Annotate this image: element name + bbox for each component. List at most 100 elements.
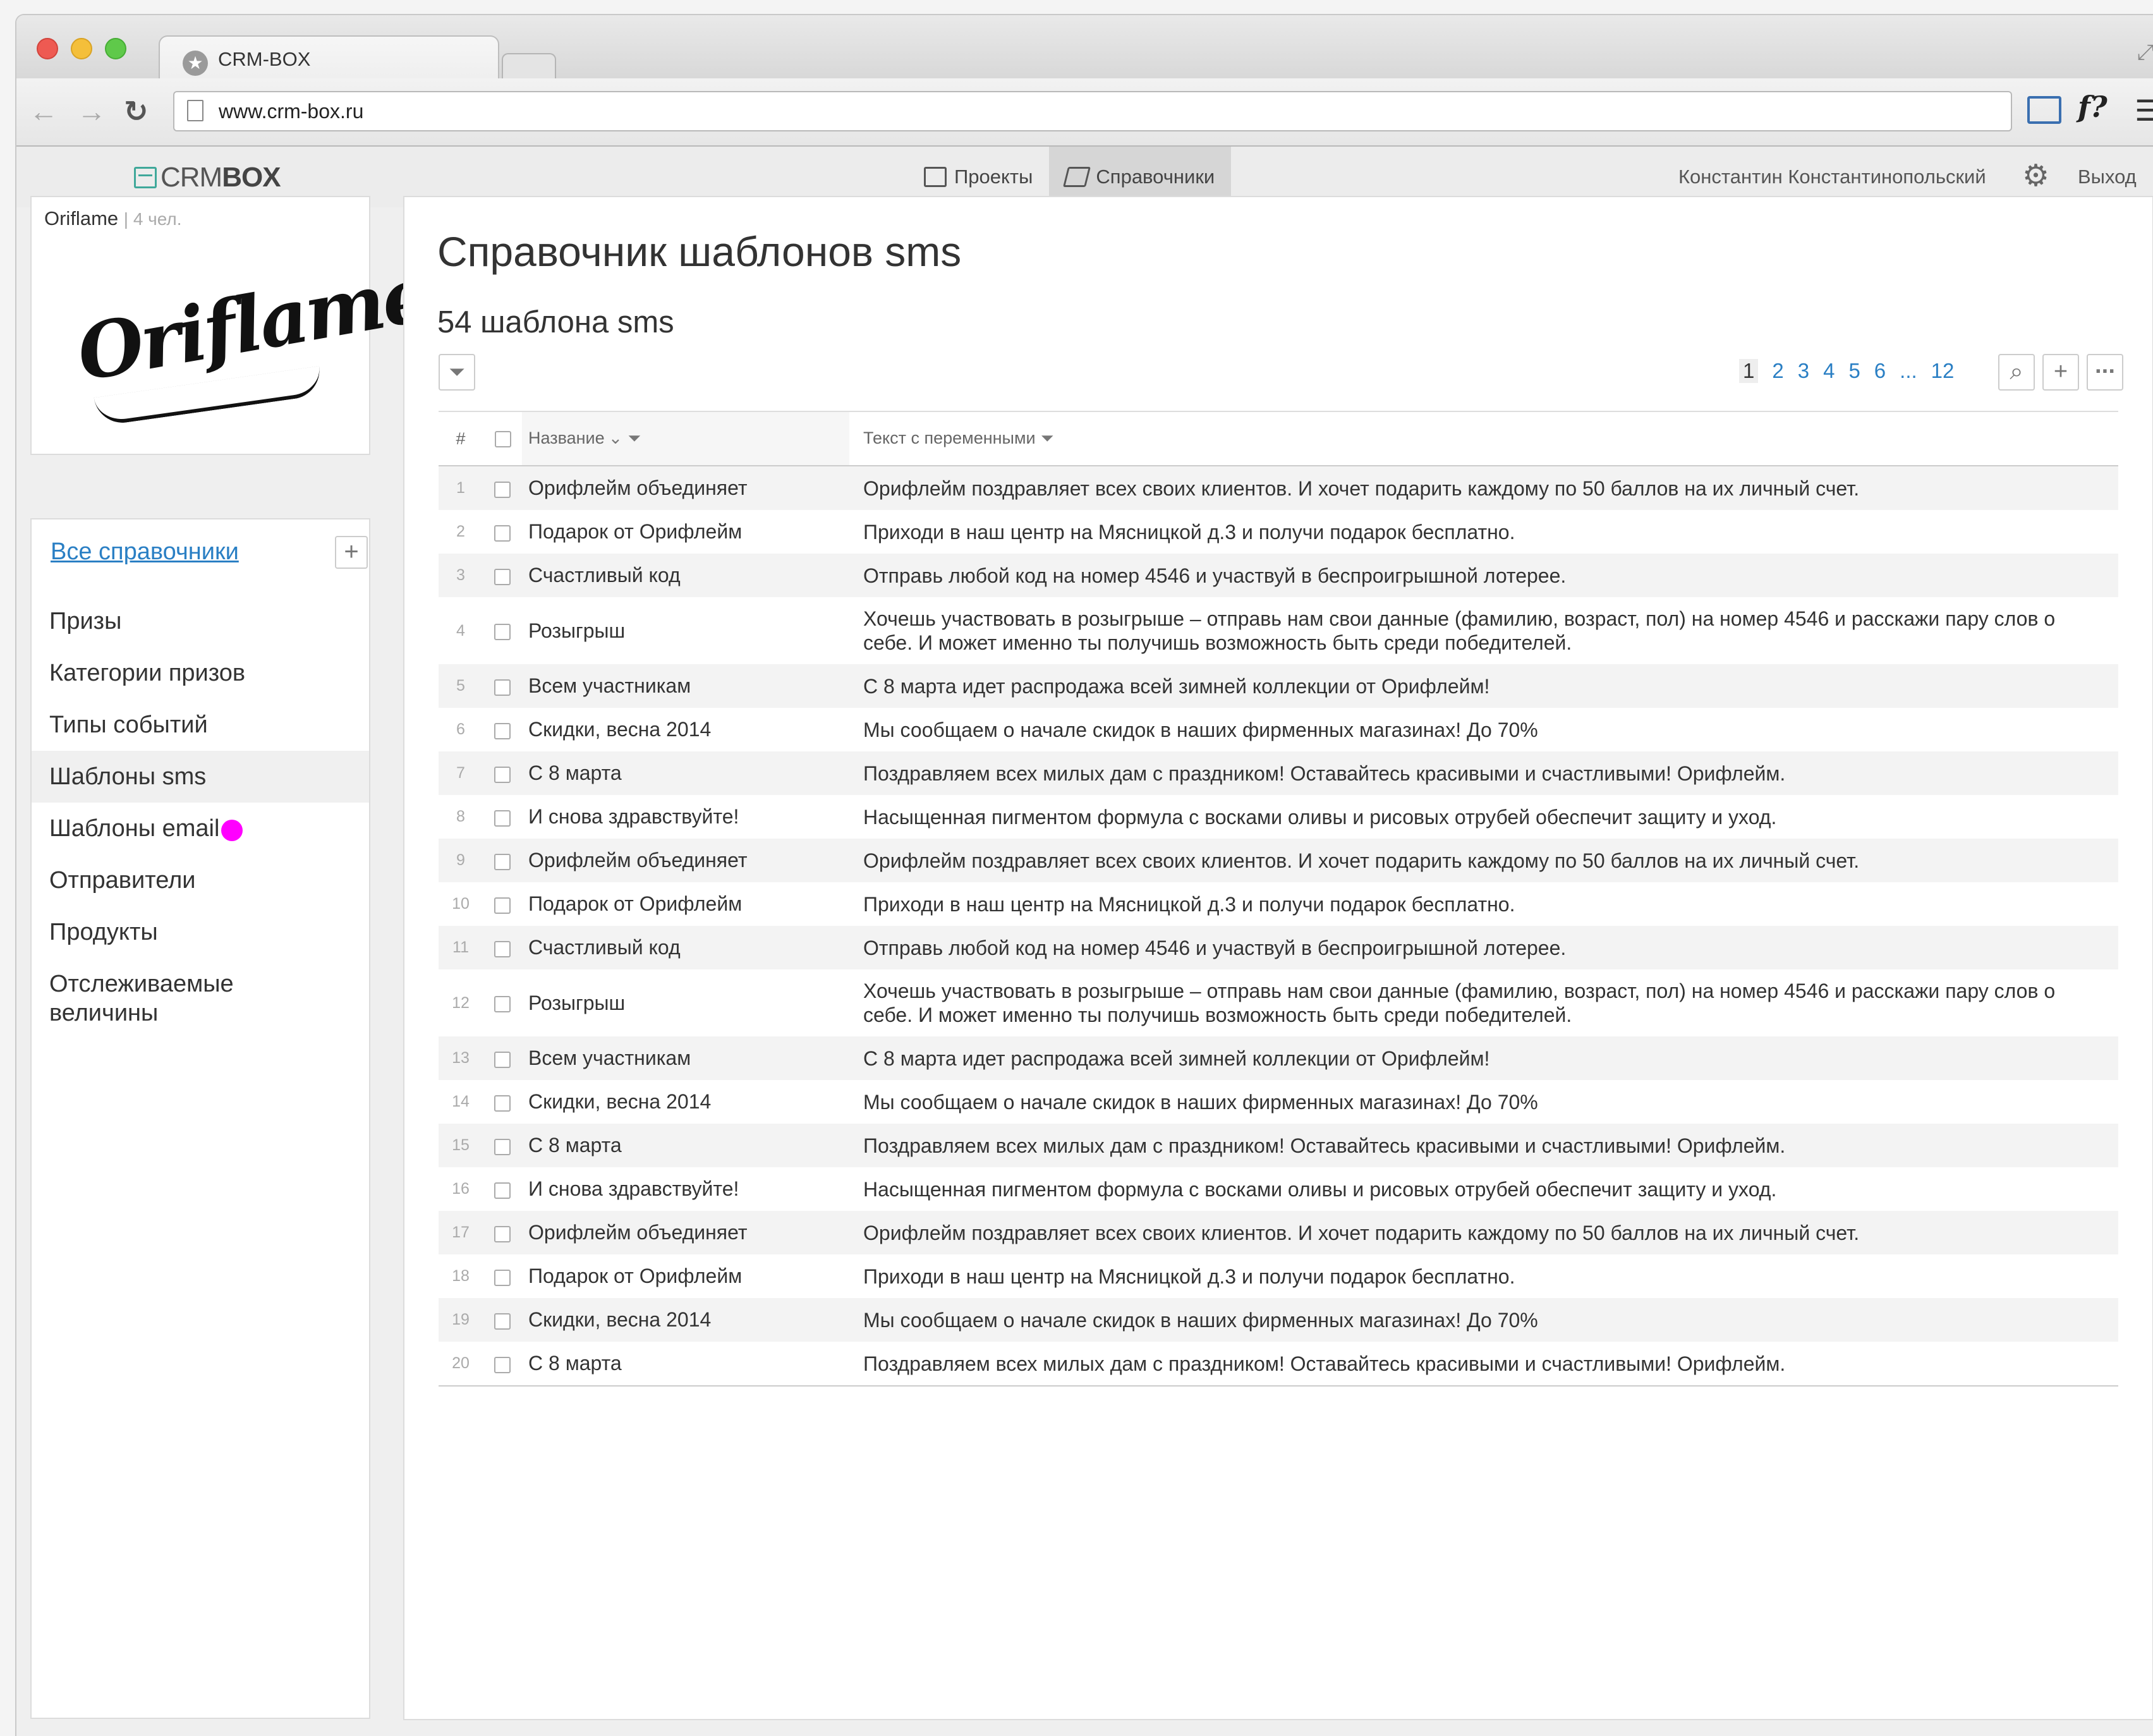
row-checkbox[interactable] [494, 568, 511, 585]
template-name[interactable]: Счастливый код [522, 926, 849, 969]
template-name[interactable]: И снова здравствуйте! [522, 1167, 849, 1211]
row-checkbox[interactable] [494, 766, 511, 783]
row-checkbox[interactable] [494, 1051, 511, 1068]
row-checkbox[interactable] [494, 679, 511, 696]
sidebar-item-email-templates[interactable]: Шаблоны email [32, 803, 369, 854]
row-checkbox[interactable] [494, 996, 511, 1013]
address-bar[interactable]: www.crm-box.ru [173, 91, 2012, 131]
row-checkbox[interactable] [494, 1095, 511, 1112]
sort-chevron-down-icon[interactable]: ⌄ [609, 428, 623, 447]
zoom-window-button[interactable] [105, 38, 126, 59]
template-name[interactable]: Подарок от Орифлейм [522, 882, 849, 926]
template-name[interactable]: Орифлейм объединяет [522, 1211, 849, 1254]
more-button[interactable]: ··· [2087, 354, 2123, 391]
table-row[interactable]: 16 И снова здравствуйте! Насыщенная пигмен… [439, 1167, 2118, 1211]
add-directory-button[interactable]: + [335, 536, 368, 569]
table-row[interactable]: 11 Счастливый код Отправь любой код на ном… [439, 926, 2118, 969]
table-row[interactable]: 4 Розыгрыш Хочешь участвовать в розыгрыше … [439, 597, 2118, 664]
row-checkbox[interactable] [494, 940, 511, 957]
page-ellipsis[interactable]: ... [1900, 359, 1917, 383]
template-name[interactable]: Скидки, весна 2014 [522, 1298, 849, 1342]
add-template-button[interactable]: + [2042, 354, 2079, 391]
table-row[interactable]: 8 И снова здравствуйте! Насыщенная пигмент… [439, 795, 2118, 839]
template-name[interactable]: И снова здравствуйте! [522, 795, 849, 839]
sidebar-item-prizes[interactable]: Призы [32, 595, 369, 647]
page-link[interactable]: 5 [1848, 359, 1860, 383]
table-row[interactable]: 9 Орифлейм объединяет Орифлейм поздравляет… [439, 839, 2118, 882]
row-checkbox[interactable] [494, 624, 511, 641]
close-window-button[interactable] [37, 38, 58, 59]
gear-icon[interactable]: ⚙ [2022, 161, 2049, 192]
fullscreen-icon[interactable]: ⤢ [2137, 40, 2153, 65]
sidebar-item-tracked-values[interactable]: Отслеживаемые величины [32, 958, 276, 1039]
page-link-last[interactable]: 12 [1931, 359, 1955, 383]
back-arrow-icon[interactable]: ← [29, 92, 58, 130]
template-name[interactable]: Орифлейм объединяет [522, 839, 849, 882]
table-row[interactable]: 18 Подарок от Орифлейм Приходи в наш центр… [439, 1254, 2118, 1298]
filter-button[interactable]: ⏷ [439, 354, 475, 391]
table-row[interactable]: 6 Скидки, весна 2014 Мы сообщаем о начале … [439, 708, 2118, 751]
template-name[interactable]: Счастливый код [522, 554, 849, 597]
page-link[interactable]: 6 [1874, 359, 1886, 383]
table-row[interactable]: 3 Счастливый код Отправь любой код на номе… [439, 554, 2118, 597]
template-name[interactable]: С 8 марта [522, 1342, 849, 1387]
table-row[interactable]: 2 Подарок от Орифлейм Приходи в наш центр … [439, 510, 2118, 554]
row-checkbox[interactable] [494, 481, 511, 498]
page-link[interactable]: 3 [1798, 359, 1809, 383]
table-row[interactable]: 12 Розыгрыш Хочешь участвовать в розыгрыше… [439, 969, 2118, 1036]
template-name[interactable]: Всем участникам [522, 1036, 849, 1080]
template-name[interactable]: Подарок от Орифлейм [522, 1254, 849, 1298]
screen-capture-extension-icon[interactable] [2027, 96, 2061, 124]
col-name-header[interactable]: Название ⌄ ⏷ [522, 411, 849, 466]
table-row[interactable]: 19 Скидки, весна 2014 Мы сообщаем о начале… [439, 1298, 2118, 1342]
page-link[interactable]: 2 [1772, 359, 1783, 383]
new-tab-button[interactable] [502, 53, 556, 80]
table-row[interactable]: 17 Орифлейм объединяет Орифлейм поздравляе… [439, 1211, 2118, 1254]
table-row[interactable]: 14 Скидки, весна 2014 Мы сообщаем о начале… [439, 1080, 2118, 1124]
user-name[interactable]: Константин Константинопольский [1678, 166, 1986, 188]
row-checkbox[interactable] [494, 1313, 511, 1330]
template-name[interactable]: Скидки, весна 2014 [522, 1080, 849, 1124]
text-filter-icon[interactable]: ⏷ [1041, 428, 1054, 449]
logout-link[interactable]: Выход [2078, 166, 2137, 188]
template-name[interactable]: Скидки, весна 2014 [522, 708, 849, 751]
row-checkbox[interactable] [494, 722, 511, 739]
table-row[interactable]: 5 Всем участникам С 8 марта идет распродаж… [439, 664, 2118, 708]
sidebar-item-senders[interactable]: Отправители [32, 854, 369, 906]
app-logo[interactable]: CRMBOX [134, 162, 281, 193]
table-row[interactable]: 10 Подарок от Орифлейм Приходи в наш центр… [439, 882, 2118, 926]
row-checkbox[interactable] [494, 1182, 511, 1199]
browser-tab[interactable]: ★ CRM-BOX [159, 35, 499, 82]
template-name[interactable]: Подарок от Орифлейм [522, 510, 849, 554]
sidebar-item-event-types[interactable]: Типы событий [32, 699, 369, 751]
sidebar-item-sms-templates[interactable]: Шаблоны sms [32, 751, 369, 803]
row-checkbox[interactable] [494, 897, 511, 914]
row-checkbox[interactable] [494, 1225, 511, 1242]
page-link[interactable]: 4 [1823, 359, 1835, 383]
col-text-header[interactable]: Текст с переменными ⏷ [849, 411, 2118, 466]
page-current[interactable]: 1 [1739, 359, 1759, 383]
name-filter-icon[interactable]: ⏷ [628, 428, 641, 449]
menu-icon[interactable]: ☰ [2135, 94, 2153, 128]
row-checkbox[interactable] [494, 1138, 511, 1155]
template-name[interactable]: С 8 марта [522, 751, 849, 795]
row-checkbox[interactable] [494, 1356, 511, 1373]
row-checkbox[interactable] [494, 853, 511, 870]
table-row[interactable]: 7 С 8 марта Поздравляем всех милых дам с п… [439, 751, 2118, 795]
sidebar-item-prize-categories[interactable]: Категории призов [32, 647, 369, 699]
forward-arrow-icon[interactable]: → [77, 92, 106, 130]
sidebar-item-products[interactable]: Продукты [32, 906, 369, 958]
table-row[interactable]: 20 С 8 марта Поздравляем всех милых дам с … [439, 1342, 2118, 1387]
font-extension-icon[interactable]: f? [2078, 90, 2108, 124]
minimize-window-button[interactable] [71, 38, 92, 59]
table-row[interactable]: 15 С 8 марта Поздравляем всех милых дам с … [439, 1124, 2118, 1167]
template-name[interactable]: Всем участникам [522, 664, 849, 708]
table-row[interactable]: 13 Всем участникам С 8 марта идет распрода… [439, 1036, 2118, 1080]
template-name[interactable]: С 8 марта [522, 1124, 849, 1167]
reload-icon[interactable]: ↻ [124, 92, 149, 130]
search-button[interactable]: ⌕ [1998, 354, 2035, 391]
row-checkbox[interactable] [494, 525, 511, 542]
all-directories-link[interactable]: Все справочники [51, 538, 239, 566]
select-all-checkbox[interactable] [495, 431, 511, 448]
template-name[interactable]: Розыгрыш [522, 969, 849, 1036]
